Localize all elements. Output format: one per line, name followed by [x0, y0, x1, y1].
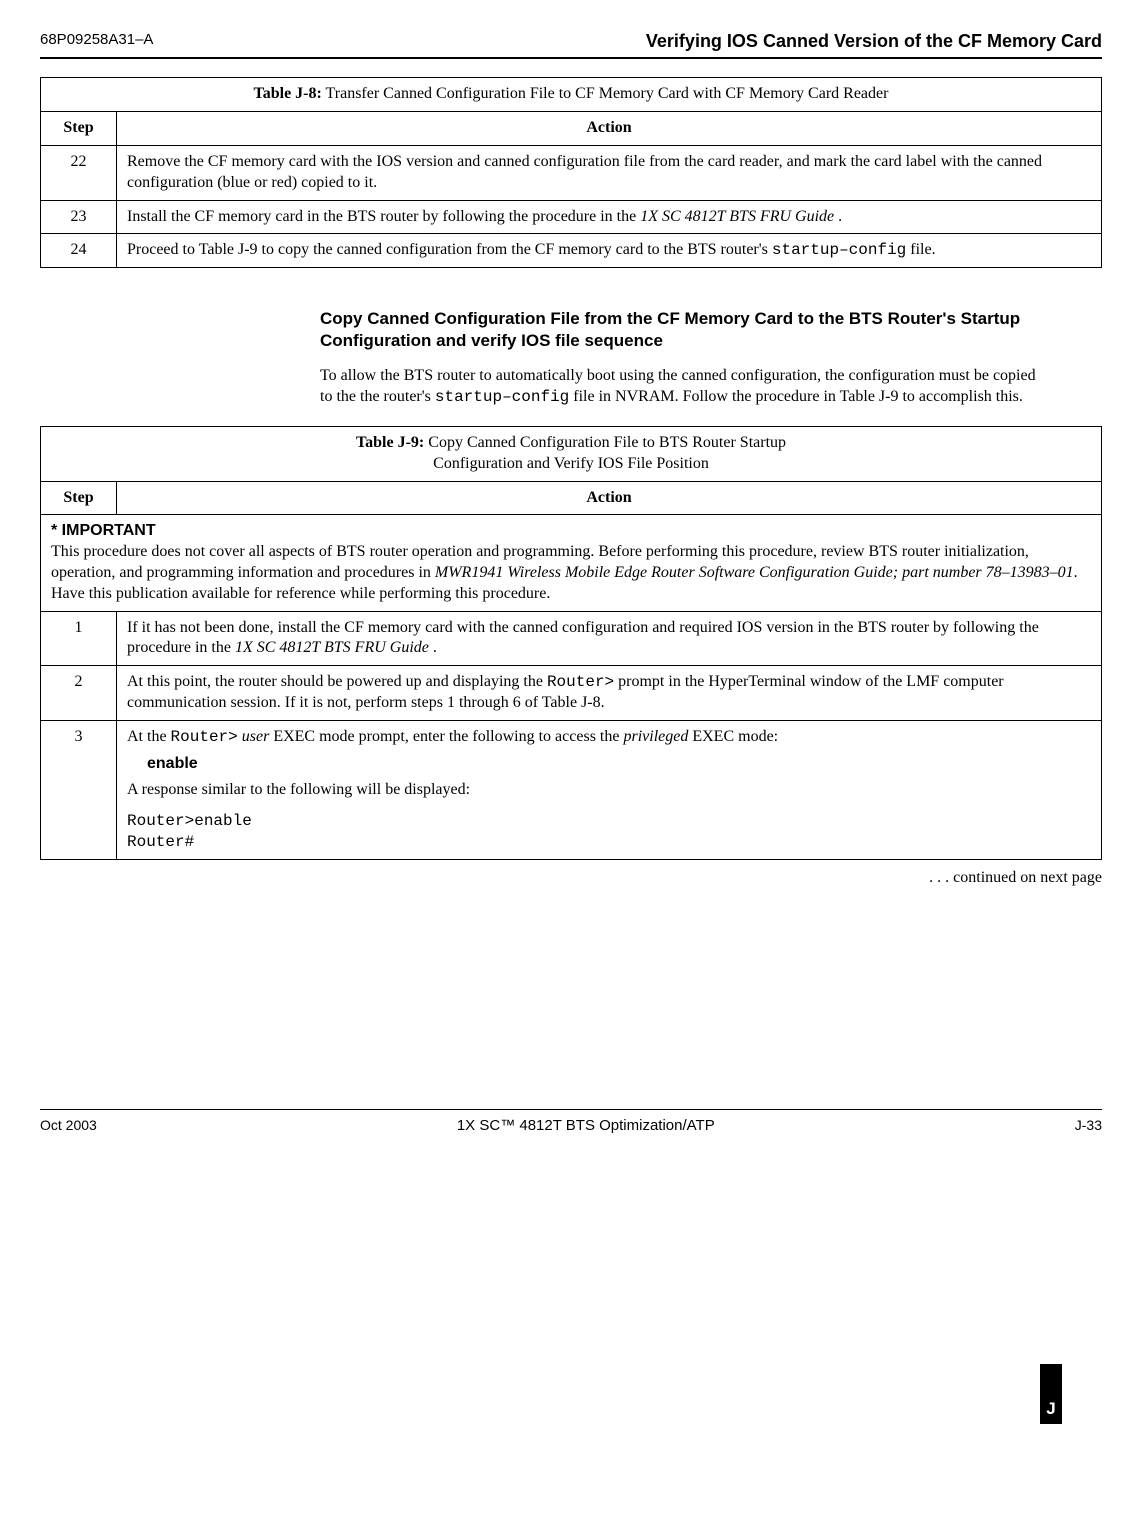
code-line: Router>enable	[127, 811, 1091, 832]
action-cell: At the Router> user EXEC mode prompt, en…	[117, 720, 1102, 859]
action-text: At the	[127, 728, 171, 745]
doc-title: Verifying IOS Canned Version of the CF M…	[646, 30, 1102, 53]
action-code: Router>	[171, 728, 238, 746]
footer-right: J-33	[1075, 1116, 1102, 1134]
table-j9-title-line1: Copy Canned Configuration File to BTS Ro…	[424, 434, 786, 451]
step-cell: 3	[41, 720, 117, 859]
table-row-important: * IMPORTANT This procedure does not cove…	[41, 515, 1102, 611]
action-cell: If it has not been done, install the CF …	[117, 611, 1102, 666]
table-j8-title-label: Table J-8:	[254, 85, 322, 102]
action-text: EXEC mode prompt, enter the following to…	[269, 728, 623, 745]
table-j9-title-line2: Configuration and Verify IOS File Positi…	[433, 455, 709, 472]
action-text: EXEC mode:	[688, 728, 778, 745]
table-row: 2 At this point, the router should be po…	[41, 666, 1102, 721]
action-em: 1X SC 4812T BTS FRU Guide	[235, 639, 433, 656]
important-em: MWR1941 Wireless Mobile Edge Router Soft…	[435, 564, 1074, 581]
important-label: * IMPORTANT	[51, 522, 156, 539]
doc-id: 68P09258A31–A	[40, 30, 153, 53]
table-row: 24 Proceed to Table J-9 to copy the cann…	[41, 234, 1102, 268]
table-row: 22 Remove the CF memory card with the IO…	[41, 145, 1102, 200]
page-footer: Oct 2003 1X SC™ 4812T BTS Optimization/A…	[40, 1109, 1102, 1136]
important-cell: * IMPORTANT This procedure does not cove…	[41, 515, 1102, 611]
page-header: 68P09258A31–A Verifying IOS Canned Versi…	[40, 30, 1102, 59]
table-j8-step-head: Step	[41, 112, 117, 146]
step-cell: 23	[41, 200, 117, 234]
section-heading: Copy Canned Configuration File from the …	[320, 308, 1042, 352]
action-cell: At this point, the router should be powe…	[117, 666, 1102, 721]
action-cell: Install the CF memory card in the BTS ro…	[117, 200, 1102, 234]
section-block: Copy Canned Configuration File from the …	[320, 308, 1042, 408]
action-em: user	[242, 728, 270, 745]
action-em: privileged	[623, 728, 688, 745]
table-j9-title-label: Table J-9:	[356, 434, 424, 451]
table-j8-title: Table J-8: Transfer Canned Configuration…	[41, 78, 1102, 112]
table-j8-title-rest: Transfer Canned Configuration File to CF…	[322, 85, 889, 102]
step-cell: 22	[41, 145, 117, 200]
action-text: .	[838, 208, 842, 225]
action-resp-code: Router>enable Router#	[127, 811, 1091, 853]
table-j9: Table J-9: Copy Canned Configuration Fil…	[40, 426, 1102, 860]
continued-note: . . . continued on next page	[40, 868, 1102, 889]
table-j9-step-head: Step	[41, 481, 117, 515]
action-text: file.	[906, 241, 935, 258]
action-em: 1X SC 4812T BTS FRU Guide	[640, 208, 838, 225]
step-cell: 24	[41, 234, 117, 268]
table-j9-action-head: Action	[117, 481, 1102, 515]
action-cell: Proceed to Table J-9 to copy the canned …	[117, 234, 1102, 268]
action-code: Router>	[547, 673, 614, 691]
action-text: Proceed to Table J-9 to copy the canned …	[127, 241, 772, 258]
table-j8: Table J-8: Transfer Canned Configuration…	[40, 77, 1102, 268]
action-text: .	[433, 639, 437, 656]
section-body: To allow the BTS router to automatically…	[320, 366, 1042, 408]
footer-left: Oct 2003	[40, 1116, 97, 1134]
footer-center: 1X SC™ 4812T BTS Optimization/ATP	[457, 1116, 715, 1136]
table-row: 3 At the Router> user EXEC mode prompt, …	[41, 720, 1102, 859]
table-row: 1 If it has not been done, install the C…	[41, 611, 1102, 666]
step-cell: 2	[41, 666, 117, 721]
action-text: Install the CF memory card in the BTS ro…	[127, 208, 640, 225]
step-cell: 1	[41, 611, 117, 666]
action-text: At this point, the router should be powe…	[127, 673, 547, 690]
section-text: file in NVRAM. Follow the procedure in T…	[569, 388, 1023, 405]
action-cell: Remove the CF memory card with the IOS v…	[117, 145, 1102, 200]
table-j8-action-head: Action	[117, 112, 1102, 146]
section-code: startup–config	[435, 388, 569, 406]
table-row: 23 Install the CF memory card in the BTS…	[41, 200, 1102, 234]
appendix-tab: J	[1040, 1364, 1062, 1424]
code-line: Router#	[127, 832, 1091, 853]
action-code: startup–config	[772, 241, 906, 259]
table-j9-title: Table J-9: Copy Canned Configuration Fil…	[41, 426, 1102, 481]
action-resp-intro: A response similar to the following will…	[127, 780, 1091, 801]
action-cmd: enable	[147, 755, 198, 772]
